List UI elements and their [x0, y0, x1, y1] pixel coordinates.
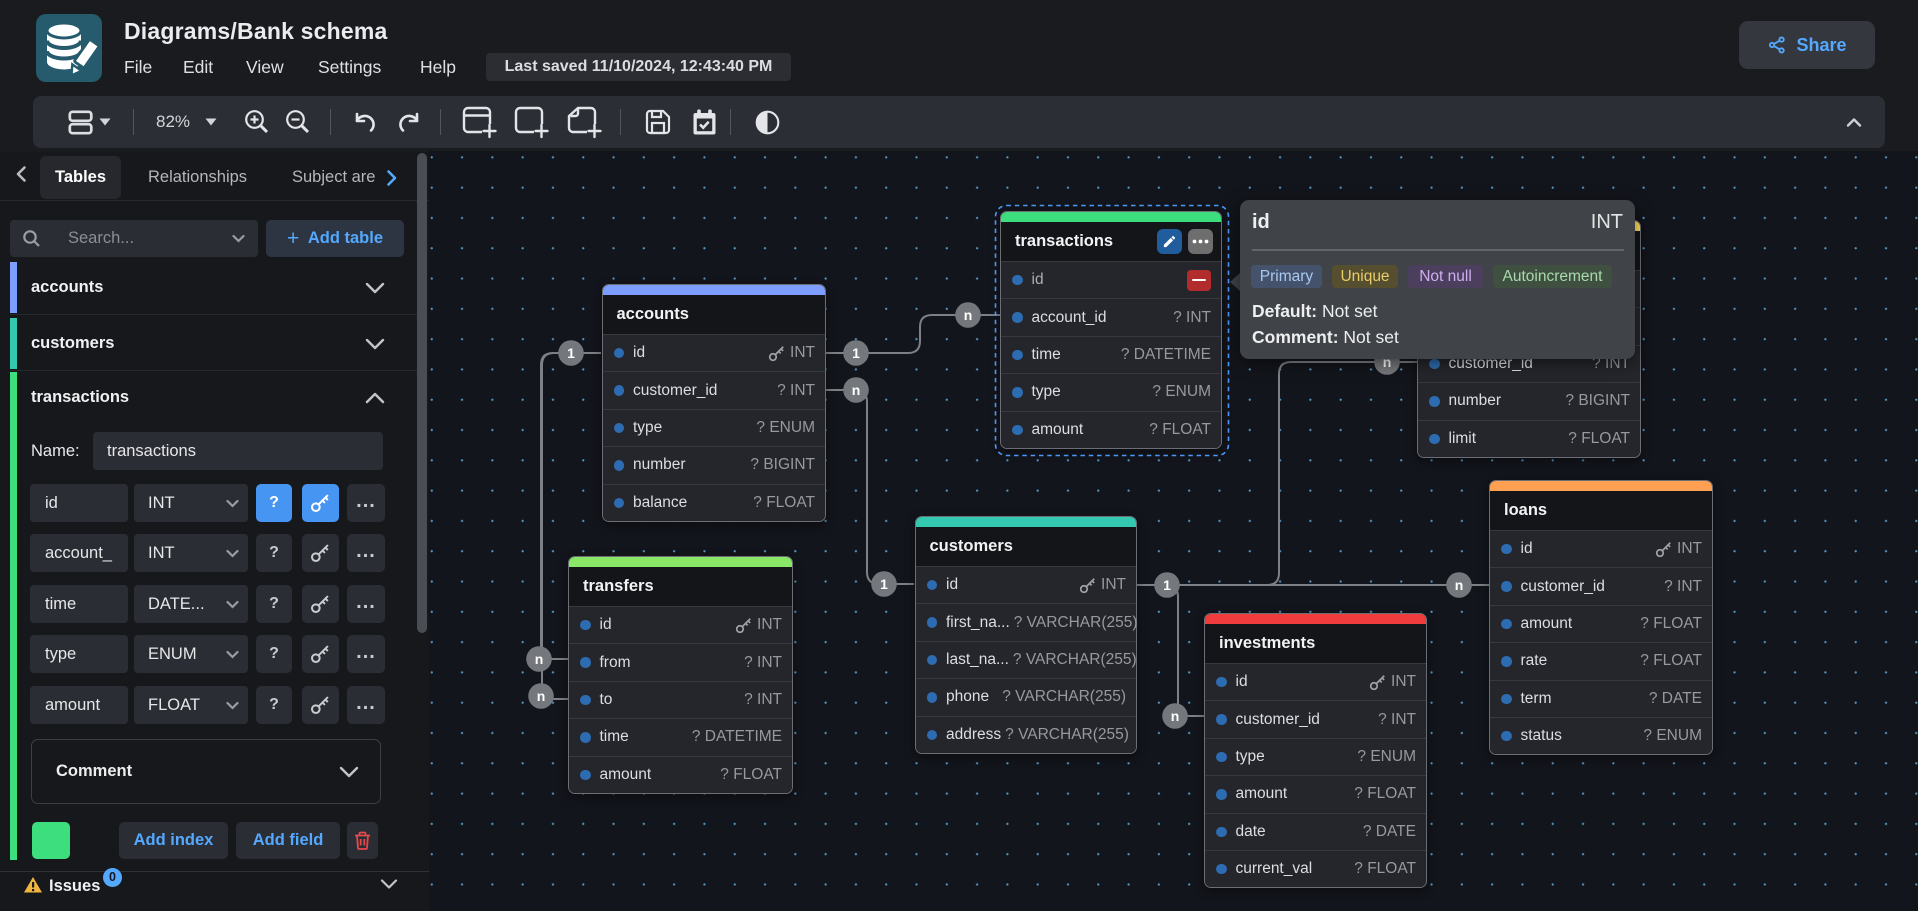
svg-text:n: n	[1455, 577, 1464, 593]
svg-text:n: n	[964, 307, 973, 323]
svg-text:1: 1	[567, 345, 575, 361]
svg-text:n: n	[535, 651, 544, 667]
svg-text:n: n	[537, 688, 546, 704]
svg-text:1: 1	[1163, 577, 1171, 593]
svg-text:1: 1	[852, 345, 860, 361]
svg-text:1: 1	[880, 576, 888, 592]
svg-text:n: n	[852, 382, 861, 398]
svg-text:n: n	[1171, 708, 1180, 724]
